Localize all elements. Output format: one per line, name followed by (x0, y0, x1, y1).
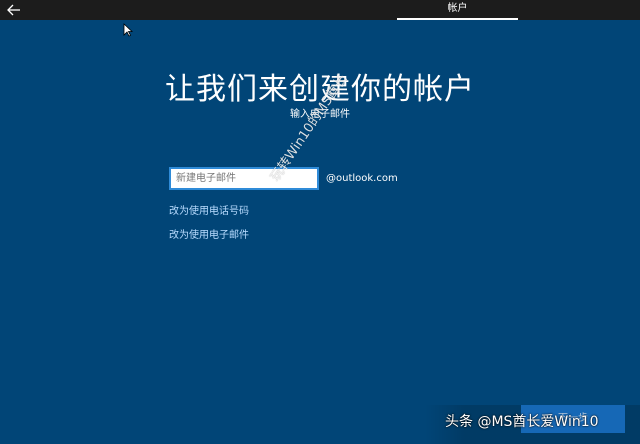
page-subtitle: 输入电子邮件 (290, 109, 350, 120)
title-bar: 帐户 (0, 0, 640, 20)
email-field[interactable] (169, 167, 319, 190)
mouse-pointer-icon (123, 22, 134, 37)
tab-account[interactable]: 帐户 (397, 0, 518, 20)
page-title: 让我们来创建你的帐户 (165, 72, 475, 107)
back-button[interactable] (4, 1, 24, 19)
oobe-screen: 帐户 让我们来创建你的帐户 输入电子邮件 @outlook.com 改为使用电话… (0, 0, 640, 444)
back-arrow-icon (7, 4, 20, 16)
email-domain-suffix: @outlook.com (326, 173, 398, 184)
next-button[interactable]: 下一步 (521, 405, 625, 433)
use-email-link[interactable]: 改为使用电子邮件 (169, 229, 249, 243)
use-phone-number-link[interactable]: 改为使用电话号码 (169, 205, 249, 219)
